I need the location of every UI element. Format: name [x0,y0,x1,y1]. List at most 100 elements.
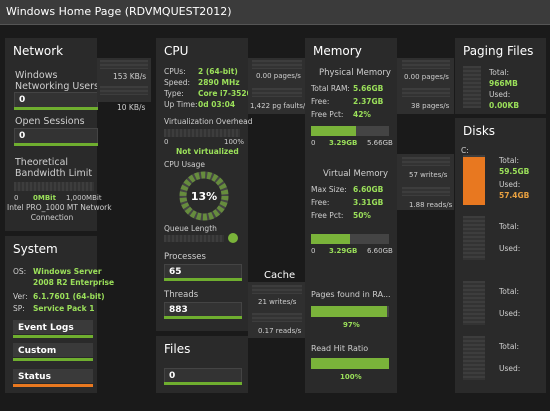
open-sessions-value: 0 [14,128,98,144]
cache-writes-graph [252,285,302,294]
disks-panel[interactable]: Disks C: Total: 59.5GB Used: 57.4GB Tota… [455,118,546,393]
disk-c-used-value: 57.4GB [499,191,530,200]
files-title: Files [164,342,191,356]
paging-used-value: 0.00KB [489,101,520,110]
cpu-usage-gauge: 13% [179,171,229,221]
paging-total-label: Total: [489,68,510,77]
cpus-label: CPUs: [164,67,186,76]
disk-slot-4-total-label: Total: [499,342,520,351]
custom-accent [13,358,93,361]
app-window: Windows Home Page (RDVMQUEST2012) Networ… [0,0,550,411]
read-hit-ratio-value: 100% [340,373,362,381]
type-label: Type: [164,89,184,98]
uptime-value: 0d 03:04 [198,100,236,109]
paging-files-panel[interactable]: Paging Files Total: 966MB Used: 0.00KB [455,38,546,114]
pages-graph [252,60,302,69]
system-panel[interactable]: System OS: Windows Server 2008 R2 Enterp… [5,236,114,393]
cpu-pages-rate: 0.00 pages/s [256,72,301,80]
total-ram-value: 5.66GB [353,84,384,93]
memory-panel[interactable]: Memory Physical Memory Total RAM: 5.66GB… [305,38,397,393]
virtualization-min: 0 [164,138,169,146]
speed-value: 2890 MHz [198,78,240,87]
disk-c-used-label: Used: [499,180,521,189]
bandwidth-label: Theoretical Bandwidth Limit [15,157,93,179]
disk-c-total-label: Total: [499,156,520,165]
status-accent [13,384,93,387]
physical-used: 3.29GB [329,139,358,147]
virtual-used: 3.29GB [329,247,358,255]
custom-button[interactable]: Custom [13,343,93,357]
vm-free-value: 3.31GB [353,198,384,207]
virtual-memory-fill [311,234,350,244]
virtualization-label: Virtualization Overhead [164,117,253,126]
threads-bar [164,316,242,319]
virtual-max: 6.60GB [367,247,393,255]
threads-value: 883 [164,302,242,317]
free-pct-label: Free Pct: [311,110,344,119]
free-ram-label: Free: [311,97,330,106]
cpu-usage-value: 13% [191,190,217,203]
os-label: OS: [13,267,27,276]
disk-c-total-value: 59.5GB [499,167,530,176]
cpu-title: CPU [164,44,189,58]
files-value: 0 [164,368,242,383]
pages-in-ram-label: Pages found in RA... [311,290,391,299]
os-value: Windows Server 2008 R2 Enterprise [33,267,115,287]
vm-free-pct-label: Free Pct: [311,211,344,220]
physical-min: 0 [311,139,316,147]
page-faults-graph [252,88,302,97]
disk-c-fill [463,157,485,205]
pages-in-ram-value: 97% [343,321,360,329]
queue-length-label: Queue Length [164,224,217,233]
queue-length-meter [164,235,224,242]
physical-memory-title: Physical Memory [319,68,391,78]
files-bar [164,382,242,385]
disk-slot-2-meter [463,216,485,260]
disk-reads-rate: 1.88 reads/s [409,201,453,209]
paging-total-value: 966MB [489,79,518,88]
disks-title: Disks [463,124,496,138]
uptime-label: Up Time: [164,100,198,109]
memory-pages2-graph [402,88,450,97]
disk-c-meter [463,155,485,205]
disk-slot-4-used-label: Used: [499,364,521,373]
paging-usage-meter [463,66,481,108]
memory-pages-graph [402,60,450,69]
network-out-graph [100,60,148,69]
cpu-panel[interactable]: CPU CPUs: 2 (64-bit) Speed: 2890 MHz Typ… [156,38,260,331]
event-logs-button[interactable]: Event Logs [13,320,93,334]
cache-writes-rate: 21 writes/s [258,298,297,306]
processes-value: 65 [164,264,242,279]
disk-writes-graph [402,157,450,166]
virtualization-max: 100% [224,138,245,146]
network-panel[interactable]: Network Windows Networking Users 0 Open … [5,38,112,231]
paging-used-label: Used: [489,90,511,99]
disk-slot-4-meter [463,336,485,380]
read-hit-ratio-fill [311,358,389,369]
pages-in-ram-fill [311,306,387,317]
processes-bar [164,278,242,281]
queue-length-indicator [228,233,238,243]
status-button[interactable]: Status [13,369,93,383]
free-pct-value: 42% [353,110,371,119]
virtualization-meter [164,129,240,137]
window-title: Windows Home Page (RDVMQUEST2012) [6,5,232,18]
virtual-memory-title: Virtual Memory [323,169,389,179]
physical-memory-bar [311,126,389,136]
adapter-name: Intel PRO_1000 MT Network Connection [7,203,112,222]
vm-free-label: Free: [311,198,330,207]
cache-reads-rate: 0.17 reads/s [258,327,302,335]
files-panel[interactable]: Files 0 [156,336,248,393]
system-title: System [13,242,58,256]
disk-slot-3-total-label: Total: [499,287,520,296]
vm-max-label: Max Size: [311,185,347,194]
ver-value: 6.1.7601 (64-bit) [33,292,105,301]
open-sessions-bar [14,143,98,146]
ver-label: Ver: [13,292,28,301]
memory-title: Memory [313,44,362,58]
memory-pages-rate: 0.00 pages/s [404,73,449,81]
cpu-faults-rate: 1,422 pg faults/s [250,102,309,110]
speed-label: Speed: [164,78,191,87]
virtual-memory-bar [311,234,389,244]
networking-users-label: Windows Networking Users [15,70,99,92]
